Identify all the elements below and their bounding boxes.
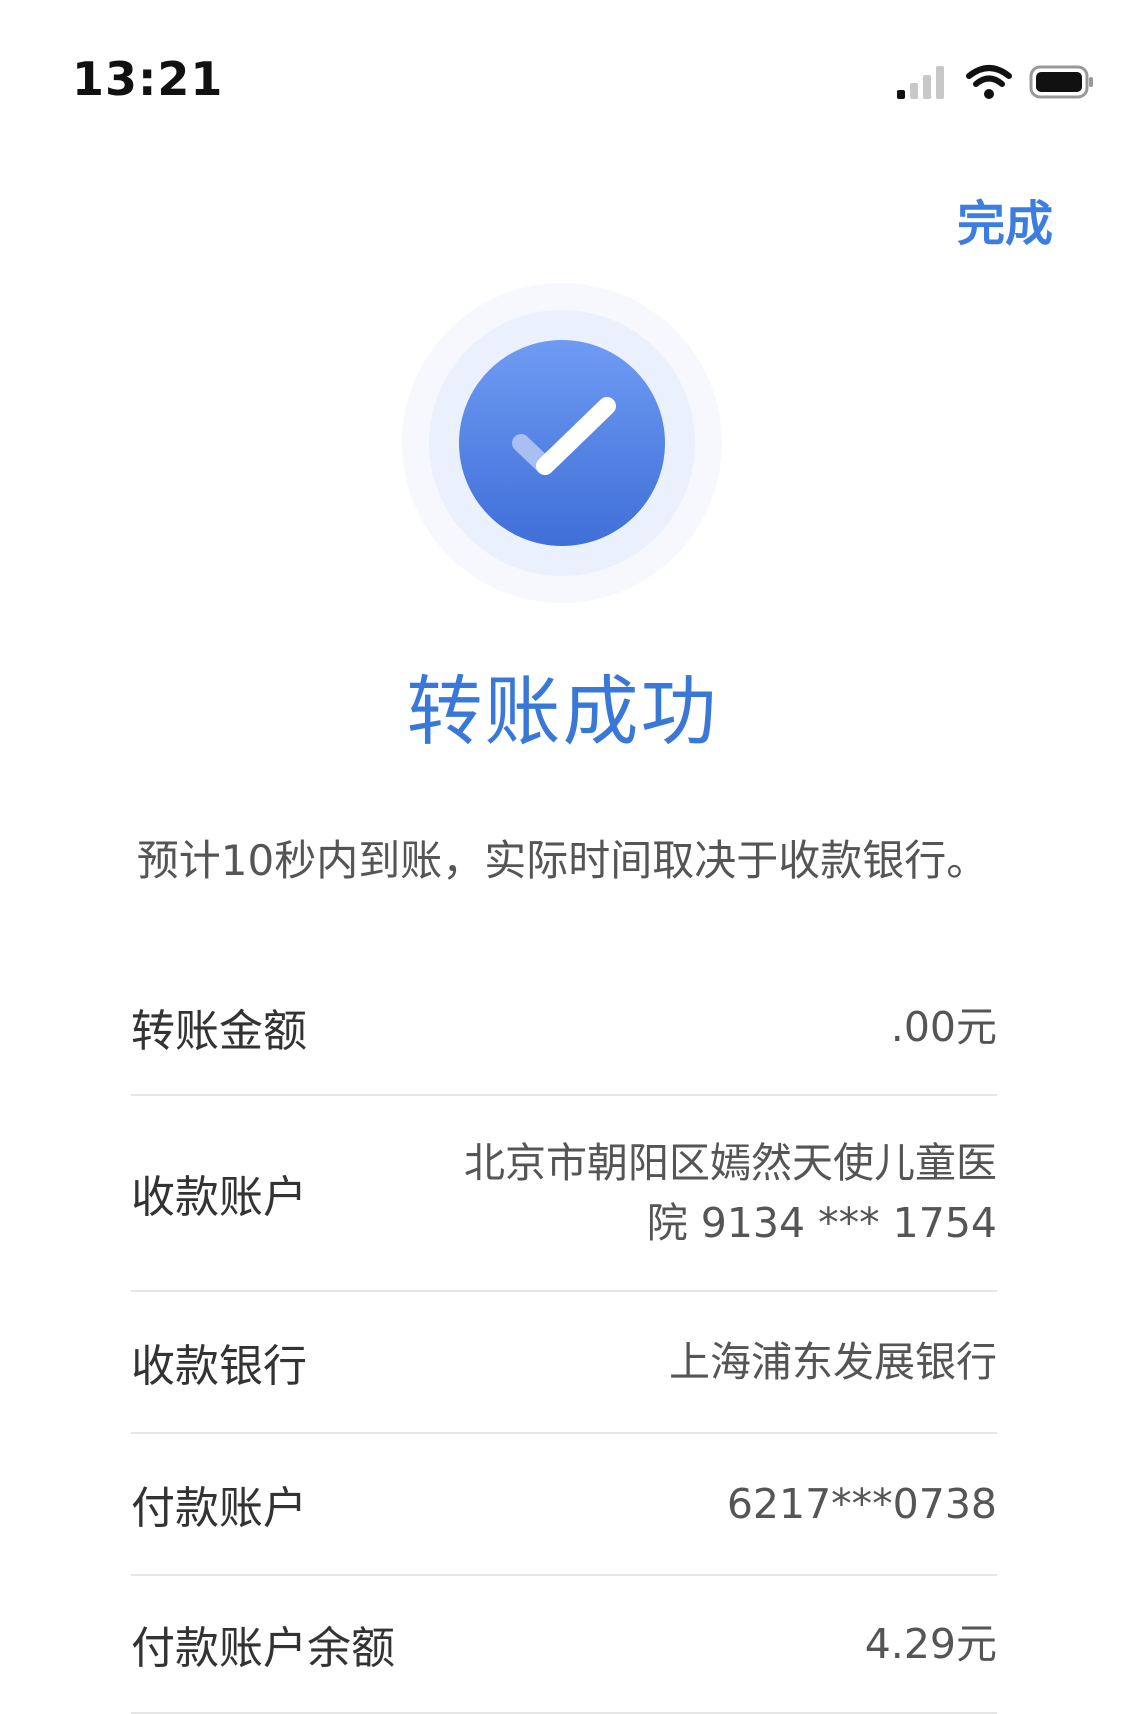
payee-bank-label: 收款银行 bbox=[131, 1341, 307, 1392]
status-icons bbox=[895, 62, 1095, 102]
checkmark-circle-icon bbox=[402, 283, 722, 603]
detail-row-payer-balance: 付款账户余额 4.29元 bbox=[131, 1576, 997, 1714]
payee-account-value: 北京市朝阳区嫣然天使儿童医院 9134 *** 1754 bbox=[464, 1139, 997, 1247]
payee-account-label: 收款账户 bbox=[131, 1172, 307, 1223]
detail-row-payee-bank: 收款银行 上海浦东发展银行 bbox=[131, 1292, 997, 1434]
status-time: 13:21 bbox=[72, 52, 224, 106]
amount-label: 转账金额 bbox=[131, 1006, 307, 1057]
wifi-icon bbox=[966, 65, 1012, 99]
detail-row-payer-account: 付款账户 6217***0738 bbox=[131, 1434, 997, 1576]
payer-account-value: 6217***0738 bbox=[726, 1480, 997, 1528]
signal-icon bbox=[897, 66, 944, 99]
battery-icon bbox=[1029, 65, 1093, 99]
result-subtitle: 预计10秒内到账，实际时间取决于收款银行。 bbox=[136, 836, 989, 885]
payee-bank-value: 上海浦东发展银行 bbox=[669, 1338, 997, 1386]
detail-row-payee-account: 收款账户 北京市朝阳区嫣然天使儿童医院 9134 *** 1754 bbox=[131, 1096, 997, 1292]
payer-balance-label: 付款账户余额 bbox=[131, 1623, 395, 1674]
details-list: 转账金额 .00元 收款账户 北京市朝阳区嫣然天使儿童医院 9134 *** 1… bbox=[131, 960, 997, 1714]
status-bar: 13:21 bbox=[0, 0, 1125, 150]
detail-row-amount: 转账金额 .00元 bbox=[131, 960, 997, 1096]
amount-value: .00元 bbox=[890, 1003, 997, 1051]
result-title: 转账成功 bbox=[406, 667, 719, 756]
payer-balance-value: 4.29元 bbox=[864, 1620, 997, 1668]
done-button[interactable]: 完成 bbox=[957, 184, 1053, 254]
payer-account-label: 付款账户 bbox=[131, 1483, 307, 1534]
